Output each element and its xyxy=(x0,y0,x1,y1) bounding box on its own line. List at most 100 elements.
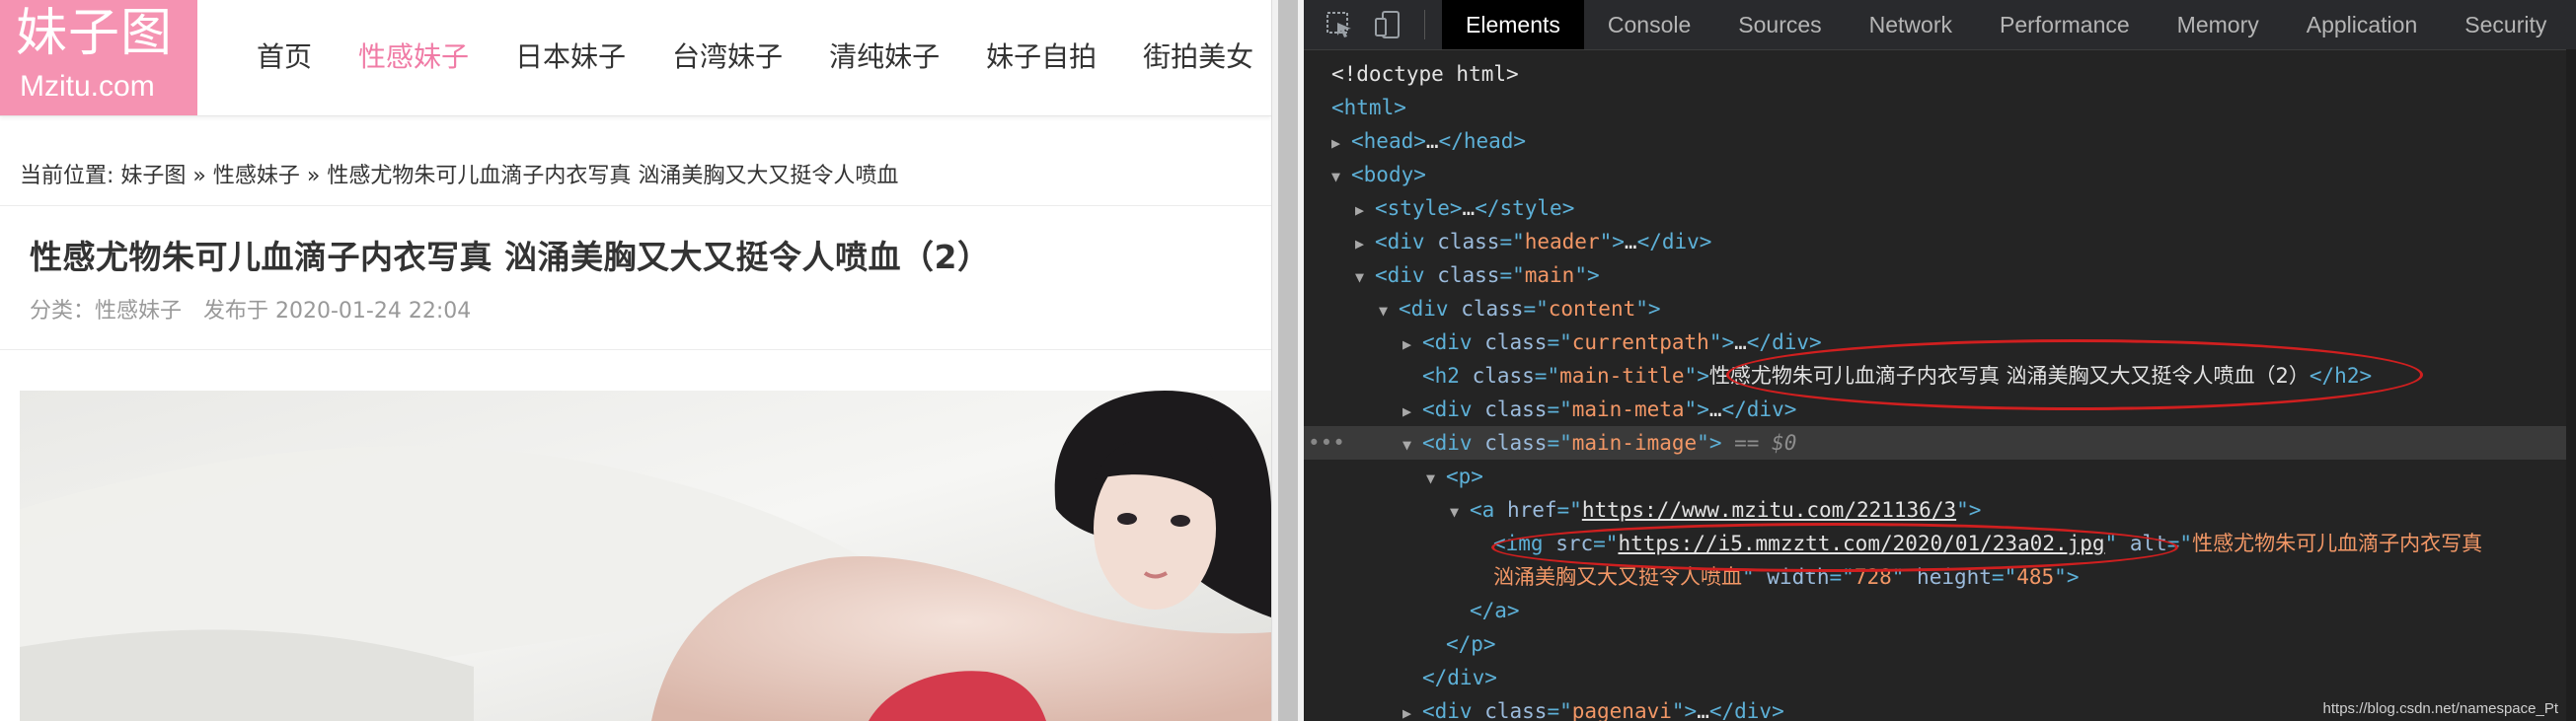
post-category: 分类：性感妹子 xyxy=(30,299,183,324)
dom-tree: <!doctype html> <html> ▶ <head>…</head> ▼… xyxy=(1304,57,2576,721)
img-width-value: 728 xyxy=(1854,565,1892,589)
collapse-arrow-icon[interactable]: ▼ xyxy=(1355,260,1375,294)
logo-chinese: 妹子图 xyxy=(16,4,174,63)
a-href-link[interactable]: https://www.mzitu.com/221136/3 xyxy=(1582,498,1956,522)
nav-item-sexy[interactable]: 性感妹子 xyxy=(358,37,469,77)
post-meta: 分类：性感妹子 发布于 2020-01-24 22:04 xyxy=(30,293,492,324)
dom-node-header[interactable]: ▶ <div class="header">…</div> xyxy=(1304,225,2576,258)
main-nav: 首页 性感妹子 日本妹子 台湾妹子 清纯妹子 妹子自拍 街拍美女 xyxy=(257,37,1271,77)
breadcrumb: 当前位置: 妹子图 » 性感妹子 » 性感尤物朱可儿血滴子内衣写真 汹涌美胸又大… xyxy=(20,158,898,189)
body-tag-name: body xyxy=(1363,163,1414,186)
breadcrumb-category-link[interactable]: 性感妹子 xyxy=(213,164,300,188)
tab-network[interactable]: Network xyxy=(1846,0,1976,49)
nav-item-taiwan[interactable]: 台湾妹子 xyxy=(672,37,783,77)
pagenavi-class-value: pagenavi xyxy=(1571,699,1672,721)
dom-node-main-image[interactable]: ••• ▼ <div class="main-image"> == $0 xyxy=(1304,426,2576,460)
devtools-toolbar: Elements Console Sources Network Perform… xyxy=(1304,0,2576,50)
main-class-value: main xyxy=(1524,263,1575,287)
dom-node-main[interactable]: ▼ <div class="main"> xyxy=(1304,258,2576,292)
toolbar-divider xyxy=(1424,10,1425,39)
dom-node-currentpath[interactable]: ▶ <div class="currentpath">…</div> xyxy=(1304,325,2576,359)
meta-class-value: main-meta xyxy=(1571,397,1685,421)
head-close-tag-name: head xyxy=(1463,129,1514,153)
collapse-arrow-icon[interactable]: ▼ xyxy=(1331,160,1351,193)
page-title: 性感尤物朱可儿血滴子内衣写真 汹涌美胸又大又挺令人喷血（2） xyxy=(30,238,991,276)
dom-node-main-meta[interactable]: ▶ <div class="main-meta">…</div> xyxy=(1304,393,2576,426)
image-class-value: main-image xyxy=(1571,431,1698,455)
dom-node-style[interactable]: ▶ <style>…</style> xyxy=(1304,191,2576,225)
devtools-tabs: Elements Console Sources Network Perform… xyxy=(1442,0,2570,49)
tab-memory[interactable]: Memory xyxy=(2154,0,2283,49)
site-main: 当前位置: 妹子图 » 性感妹子 » 性感尤物朱可儿血滴子内衣写真 汹涌美胸又大… xyxy=(0,132,1271,721)
doctype-text: <!doctype html> xyxy=(1331,62,1519,86)
inspect-element-icon[interactable] xyxy=(1324,9,1355,40)
devtools-panel: Elements Console Sources Network Perform… xyxy=(1304,0,2576,721)
device-toolbar-icon[interactable] xyxy=(1373,9,1404,40)
tab-performance[interactable]: Performance xyxy=(1976,0,2154,49)
content-class-value: content xyxy=(1548,297,1636,321)
nav-item-pure[interactable]: 清纯妹子 xyxy=(829,37,940,77)
dom-node-a-close[interactable]: </a> xyxy=(1304,594,2576,627)
more-actions-icon[interactable]: ••• xyxy=(1308,426,1345,460)
tab-sources[interactable]: Sources xyxy=(1714,0,1845,49)
breadcrumb-home-link[interactable]: 妹子图 xyxy=(120,164,186,188)
page-scrollbar[interactable] xyxy=(1271,0,1304,721)
img-src-link[interactable]: https://i5.mmzztt.com/2020/01/23a02.jpg xyxy=(1618,532,2104,555)
scrollbar-thumb[interactable] xyxy=(1278,0,1298,721)
dom-node-html[interactable]: <html> xyxy=(1304,91,2576,124)
tab-security[interactable]: Security xyxy=(2441,0,2570,49)
collapse-arrow-icon[interactable]: ▼ xyxy=(1379,294,1399,327)
breadcrumb-prefix: 当前位置: xyxy=(20,164,121,188)
expand-arrow-icon[interactable]: ▶ xyxy=(1402,327,1422,361)
img-alt-part-2: 汹涌美胸又大又挺令人喷血 xyxy=(1493,565,1742,589)
dom-node-div-close[interactable]: </div> xyxy=(1304,661,2576,694)
dom-node-doctype[interactable]: <!doctype html> xyxy=(1304,57,2576,91)
divider xyxy=(0,349,1271,350)
nav-item-japan[interactable]: 日本妹子 xyxy=(515,37,626,77)
expand-arrow-icon[interactable]: ▶ xyxy=(1331,126,1351,160)
post-date: 发布于 2020-01-24 22:04 xyxy=(203,299,472,324)
logo-english: Mzitu.com xyxy=(20,70,155,103)
dom-node-p-close[interactable]: </p> xyxy=(1304,627,2576,661)
collapse-arrow-icon[interactable]: ▼ xyxy=(1450,495,1470,529)
collapse-arrow-icon[interactable]: ▼ xyxy=(1426,462,1446,495)
header-class-value: header xyxy=(1524,230,1600,253)
img-alt-part-1: 性感尤物朱可儿血滴子内衣写真 xyxy=(2192,532,2483,555)
website-pane: 妹子图 Mzitu.com 首页 性感妹子 日本妹子 台湾妹子 清纯妹子 妹子自… xyxy=(0,0,1271,721)
head-tag-name: head xyxy=(1363,129,1414,153)
dom-node-h2-main-title[interactable]: <h2 class="main-title">性感尤物朱可儿血滴子内衣写真 汹涌… xyxy=(1304,359,2576,393)
devtools-side-panel xyxy=(2566,49,2576,721)
breadcrumb-current: 性感尤物朱可儿血滴子内衣写真 汹涌美胸又大又挺令人喷血 xyxy=(327,164,899,188)
gallery-photo[interactable] xyxy=(20,391,1271,721)
dom-node-img-cont[interactable]: 汹涌美胸又大又挺令人喷血" width="728" height="485"> xyxy=(1304,560,2576,594)
tab-elements[interactable]: Elements xyxy=(1442,0,1584,49)
dom-node-head[interactable]: ▶ <head>…</head> xyxy=(1304,124,2576,158)
expand-arrow-icon[interactable]: ▶ xyxy=(1355,227,1375,260)
nav-item-home[interactable]: 首页 xyxy=(257,37,312,77)
dom-node-p[interactable]: ▼ <p> xyxy=(1304,460,2576,493)
breadcrumb-separator: » xyxy=(186,164,213,188)
expand-arrow-icon[interactable]: ▶ xyxy=(1402,395,1422,428)
nav-item-selfie[interactable]: 妹子自拍 xyxy=(986,37,1097,77)
style-tag-name: style xyxy=(1387,196,1450,220)
h2-class-value: main-title xyxy=(1559,364,1685,388)
h2-text-content: 性感尤物朱可儿血滴子内衣写真 汹涌美胸又大又挺令人喷血（2） xyxy=(1708,364,2310,388)
site-logo[interactable]: 妹子图 Mzitu.com xyxy=(0,0,197,115)
expand-arrow-icon[interactable]: ▶ xyxy=(1355,193,1375,227)
expand-arrow-icon[interactable]: ▶ xyxy=(1402,696,1422,721)
dom-node-body[interactable]: ▼ <body> xyxy=(1304,158,2576,191)
dom-node-a[interactable]: ▼ <a href="https://www.mzitu.com/221136/3… xyxy=(1304,493,2576,527)
tab-application[interactable]: Application xyxy=(2283,0,2442,49)
currentpath-class-value: currentpath xyxy=(1571,330,1709,354)
img-height-value: 485 xyxy=(2016,565,2055,589)
tab-console[interactable]: Console xyxy=(1584,0,1714,49)
watermark-text: https://blog.csdn.net/namespace_Pt xyxy=(2322,700,2558,717)
breadcrumb-separator: » xyxy=(299,164,328,188)
dom-node-content[interactable]: ▼ <div class="content"> xyxy=(1304,292,2576,325)
dom-node-img[interactable]: <img src="https://i5.mmzztt.com/2020/01/… xyxy=(1304,527,2576,560)
nav-item-street[interactable]: 街拍美女 xyxy=(1143,37,1253,77)
photo-illustration xyxy=(20,391,1271,721)
collapse-arrow-icon[interactable]: ▼ xyxy=(1402,428,1422,462)
html-tag: <html> xyxy=(1331,96,1406,119)
site-header: 妹子图 Mzitu.com 首页 性感妹子 日本妹子 台湾妹子 清纯妹子 妹子自… xyxy=(0,0,1271,116)
